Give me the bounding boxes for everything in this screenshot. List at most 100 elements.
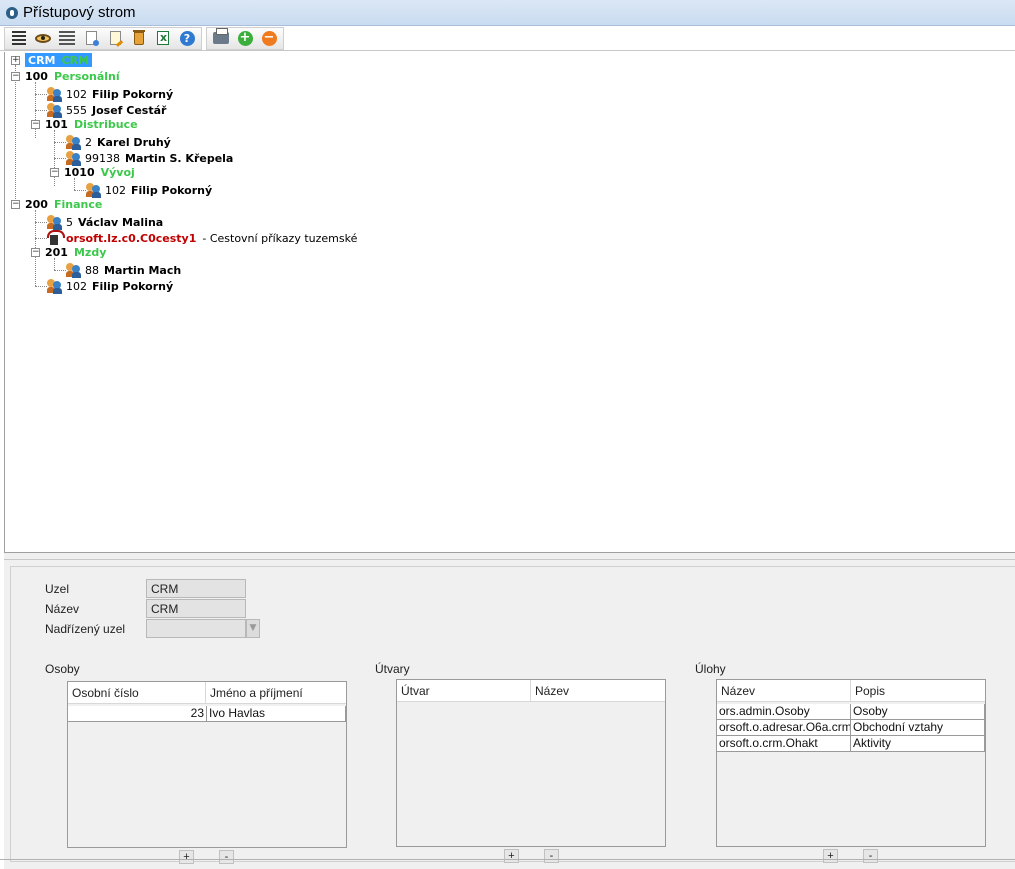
view-icon xyxy=(35,33,51,43)
table-row[interactable]: ors.admin.Osoby Osoby xyxy=(717,704,985,720)
new-document-icon xyxy=(85,31,99,46)
cell-nazev: orsoft.o.adresar.O6a.crm xyxy=(717,720,851,736)
cell-nazev: ors.admin.Osoby xyxy=(717,704,851,720)
remove-button[interactable]: − xyxy=(257,28,281,49)
nazev-field[interactable]: CRM xyxy=(146,599,246,618)
tree-node-101[interactable]: 101 Distribuce xyxy=(45,116,138,132)
panel-splitter[interactable] xyxy=(4,552,1015,560)
tree-node-1010[interactable]: 1010 Vývoj xyxy=(64,164,135,180)
tree-expander-200[interactable]: − xyxy=(11,200,20,209)
tree-node-code: 200 xyxy=(25,197,48,211)
tree-person-2[interactable]: 2 Karel Druhý xyxy=(66,134,171,150)
column-header-jmeno[interactable]: Jméno a příjmení xyxy=(206,682,346,704)
new-document-button[interactable] xyxy=(79,28,103,49)
person-name: Karel Druhý xyxy=(97,135,171,149)
tree-connector xyxy=(35,94,47,95)
access-tree: + CRM CRM − 100 Personální 102 Filip Pok… xyxy=(4,52,1015,552)
tree-person-102-finance[interactable]: 102 Filip Pokorný xyxy=(47,278,173,294)
chevron-down-icon[interactable]: ▼ xyxy=(246,619,260,638)
table-row[interactable]: orsoft.o.adresar.O6a.crm Obchodní vztahy xyxy=(717,720,985,736)
tree-node-code: 201 xyxy=(45,245,68,259)
tree-node-crm[interactable]: CRM CRM xyxy=(25,52,92,68)
tree-expander-100[interactable]: − xyxy=(11,72,20,81)
nazev-label: Název xyxy=(45,602,80,616)
tree-node-201[interactable]: 201 Mzdy xyxy=(45,244,106,260)
tree-person-102-vyvoj[interactable]: 102 Filip Pokorný xyxy=(86,182,212,198)
tree-node-code: 101 xyxy=(45,117,68,131)
tree-node-code: 1010 xyxy=(64,165,95,179)
person-name: Václav Malina xyxy=(78,215,164,229)
column-header-popis[interactable]: Popis xyxy=(851,680,985,702)
ulohy-add-button[interactable]: + xyxy=(823,849,838,863)
list-icon xyxy=(12,31,26,45)
ulohy-remove-button[interactable]: - xyxy=(863,849,878,863)
cell-jmeno: Ivo Havlas xyxy=(207,706,346,722)
tree-connector xyxy=(35,286,47,287)
tree-connector xyxy=(54,158,66,159)
help-button[interactable]: ? xyxy=(175,28,199,49)
tree-connector xyxy=(15,65,16,205)
add-button[interactable]: + xyxy=(233,28,257,49)
person-name: Filip Pokorný xyxy=(131,183,213,197)
users-icon xyxy=(47,214,63,230)
delete-icon xyxy=(133,29,145,45)
tree-expander-1010[interactable]: − xyxy=(50,168,59,177)
tree-connector xyxy=(35,110,47,111)
table-row[interactable]: 23 Ivo Havlas xyxy=(68,706,346,722)
osoby-add-button[interactable]: + xyxy=(179,850,194,864)
toolbar: ? + − xyxy=(0,26,1015,51)
person-number: 102 xyxy=(105,183,126,197)
column-header-utvar[interactable]: Útvar xyxy=(397,680,531,702)
person-number: 102 xyxy=(66,279,87,293)
edit-document-button[interactable] xyxy=(103,28,127,49)
cell-popis: Osoby xyxy=(851,704,985,720)
person-number: 102 xyxy=(66,87,87,101)
tree-expander-201[interactable]: − xyxy=(31,248,40,257)
utvary-add-button[interactable]: + xyxy=(504,849,519,863)
tree-expander-crm[interactable]: + xyxy=(11,56,20,65)
tree-connector xyxy=(54,142,66,143)
uzel-field[interactable]: CRM xyxy=(146,579,246,598)
toolbar-group-secondary: + − xyxy=(206,26,284,50)
ulohy-grid-header: Název Popis xyxy=(717,680,985,702)
delete-button[interactable] xyxy=(127,28,151,49)
cell-popis: Obchodní vztahy xyxy=(851,720,985,736)
table-row[interactable]: orsoft.o.crm.Ohakt Aktivity xyxy=(717,736,985,752)
tree-person-5[interactable]: 5 Václav Malina xyxy=(47,214,163,230)
tree-expander-101[interactable]: − xyxy=(31,120,40,129)
uzel-label: Uzel xyxy=(45,582,70,596)
tree-person-88[interactable]: 88 Martin Mach xyxy=(66,262,181,278)
detail-panel: Uzel CRM Název CRM Nadřízený uzel ▼ Osob… xyxy=(4,560,1015,869)
tree-node-100[interactable]: 100 Personální xyxy=(25,68,120,84)
view-button[interactable] xyxy=(31,28,55,49)
utvary-remove-button[interactable]: - xyxy=(544,849,559,863)
tree-node-name: Personální xyxy=(53,69,120,83)
tree-node-crm-label: CRM CRM xyxy=(25,53,92,67)
print-icon xyxy=(213,28,229,44)
nadrizeny-uzel-select[interactable] xyxy=(146,619,246,638)
column-header-osobni-cislo[interactable]: Osobní číslo xyxy=(68,682,206,704)
utvary-grid: Útvar Název xyxy=(396,679,666,847)
tree-node-name: Mzdy xyxy=(73,245,107,259)
osoby-remove-button[interactable]: - xyxy=(219,850,234,864)
status-divider xyxy=(0,859,1015,860)
tree-person-102[interactable]: 102 Filip Pokorný xyxy=(47,86,173,102)
tree-node-name: CRM xyxy=(61,53,90,67)
tree-connector xyxy=(74,190,86,191)
task-description: - Cestovní příkazy tuzemské xyxy=(202,231,358,245)
task-code: orsoft.lz.c0.C0cesty1 xyxy=(66,231,197,245)
list-button[interactable] xyxy=(7,28,31,49)
person-number: 555 xyxy=(66,103,87,117)
utvary-grid-header: Útvar Název xyxy=(397,680,665,702)
tree-node-200[interactable]: 200 Finance xyxy=(25,196,102,212)
print-button[interactable] xyxy=(209,28,233,49)
edit-document-icon xyxy=(109,31,121,45)
export-excel-button[interactable] xyxy=(151,28,175,49)
view-list-button[interactable] xyxy=(55,28,79,49)
window-title: Přístupový strom xyxy=(23,4,136,21)
column-header-nazev-ulohy[interactable]: Název xyxy=(717,680,851,702)
column-header-nazev[interactable]: Název xyxy=(531,680,665,702)
users-icon xyxy=(66,262,82,278)
cell-osobni-cislo: 23 xyxy=(68,706,207,722)
users-icon xyxy=(47,278,63,294)
